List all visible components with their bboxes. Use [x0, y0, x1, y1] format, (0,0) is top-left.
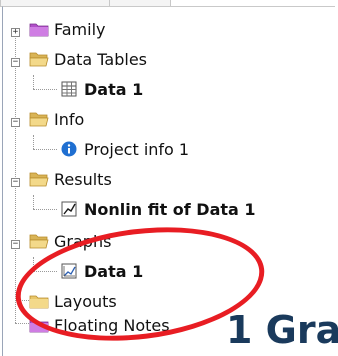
tree-item-results[interactable]: Results	[29, 166, 112, 192]
tree-branch-line	[33, 209, 57, 210]
collapse-icon[interactable]: −	[11, 58, 20, 67]
collapse-icon[interactable]: −	[11, 240, 20, 249]
tree-item-graphs[interactable]: Graphs	[29, 228, 111, 254]
results-icon	[59, 201, 79, 217]
tree-branch-line	[33, 149, 57, 150]
tree-item-label: Floating Notes	[54, 315, 170, 335]
folder-icon	[29, 317, 49, 333]
folder-icon	[29, 21, 49, 37]
tree-item-label: Data 1	[84, 261, 144, 281]
folder-open-icon	[29, 171, 49, 187]
folder-icon	[29, 293, 49, 309]
tree-item-floating-notes[interactable]: Floating Notes	[29, 312, 170, 338]
collapse-icon[interactable]: −	[11, 118, 20, 127]
info-icon	[59, 141, 79, 157]
tree-item-label: Project info 1	[84, 139, 190, 159]
expand-icon[interactable]: +	[11, 28, 20, 37]
tree-item-info[interactable]: Info	[29, 106, 84, 132]
folder-open-icon	[29, 111, 49, 127]
tree-item-label: Nonlin fit of Data 1	[84, 199, 256, 219]
tree-item-graph-data-1[interactable]: Data 1	[59, 258, 143, 284]
tree-branch-line	[33, 135, 34, 149]
collapse-icon[interactable]: −	[11, 178, 20, 187]
overlay-title-fragment: 1 Gra	[226, 305, 338, 355]
tree-branch-line	[33, 257, 34, 271]
tree-item-data-tables[interactable]: Data Tables	[29, 46, 147, 72]
tree-item-data-table-data-1[interactable]: Data 1	[59, 76, 143, 102]
tree-item-family[interactable]: Family	[29, 16, 105, 42]
tree-item-label: Data 1	[84, 79, 144, 99]
tree-item-label: Data Tables	[54, 49, 147, 69]
tree-item-layouts[interactable]: Layouts	[29, 288, 117, 314]
tree-item-label: Layouts	[54, 291, 117, 311]
tree-branch-line	[33, 89, 57, 90]
tree-branch-line	[33, 195, 34, 209]
tree-item-nonlin-fit[interactable]: Nonlin fit of Data 1	[59, 196, 256, 222]
folder-open-icon	[29, 51, 49, 67]
tree-item-project-info-1[interactable]: Project info 1	[59, 136, 189, 162]
tree-item-label: Family	[54, 19, 106, 39]
folder-open-icon	[29, 233, 49, 249]
tree-item-label: Info	[54, 109, 85, 129]
graph-icon	[59, 263, 79, 279]
tree-branch-line	[33, 75, 34, 89]
tree-branch-line	[33, 271, 57, 272]
tree-item-label: Graphs	[54, 231, 112, 251]
data-table-icon	[59, 81, 79, 97]
tree-item-label: Results	[54, 169, 112, 189]
navigator-panel: + Family − Data Tables Data 1 − Info Pro…	[2, 6, 335, 356]
